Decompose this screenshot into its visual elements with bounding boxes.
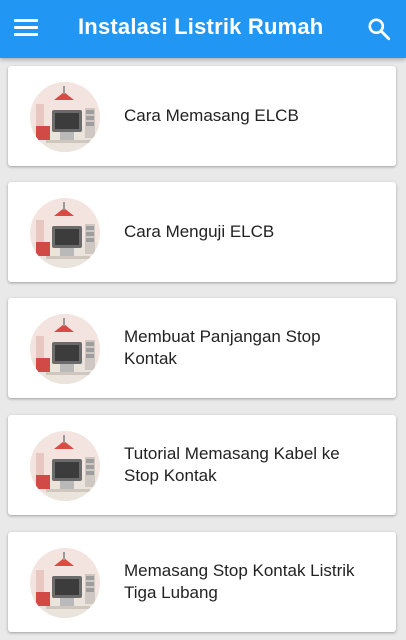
room-tv-illustration-icon	[30, 548, 100, 618]
hamburger-menu-icon[interactable]	[14, 16, 38, 40]
list-item-label: Cara Menguji ELCB	[124, 222, 275, 241]
list-item-tutorial-memasang-kabel[interactable]: Tutorial Memasang Kabel ke Stop Kontak	[8, 415, 396, 515]
list-item-label: Membuat Panjangan Stop Kontak	[124, 327, 321, 368]
room-tv-illustration-icon	[30, 198, 100, 268]
list-item-cara-menguji-elcb[interactable]: Cara Menguji ELCB	[8, 182, 396, 282]
app-bar: Instalasi Listrik Rumah	[0, 0, 406, 58]
search-icon[interactable]	[366, 16, 392, 42]
list-item-membuat-panjangan-stop-kontak[interactable]: Membuat Panjangan Stop Kontak	[8, 298, 396, 398]
list-item-label: Cara Memasang ELCB	[124, 106, 299, 125]
list-item-cara-memasang-elcb[interactable]: Cara Memasang ELCB	[8, 66, 396, 166]
list-item-label: Tutorial Memasang Kabel ke Stop Kontak	[124, 444, 340, 485]
list-item-label: Memasang Stop Kontak Listrik Tiga Lubang	[124, 561, 355, 602]
room-tv-illustration-icon	[30, 314, 100, 384]
room-tv-illustration-icon	[30, 82, 100, 152]
app-title: Instalasi Listrik Rumah	[78, 14, 324, 39]
room-tv-illustration-icon	[30, 431, 100, 501]
list-item-memasang-stop-kontak-tiga-lubang[interactable]: Memasang Stop Kontak Listrik Tiga Lubang	[8, 532, 396, 632]
